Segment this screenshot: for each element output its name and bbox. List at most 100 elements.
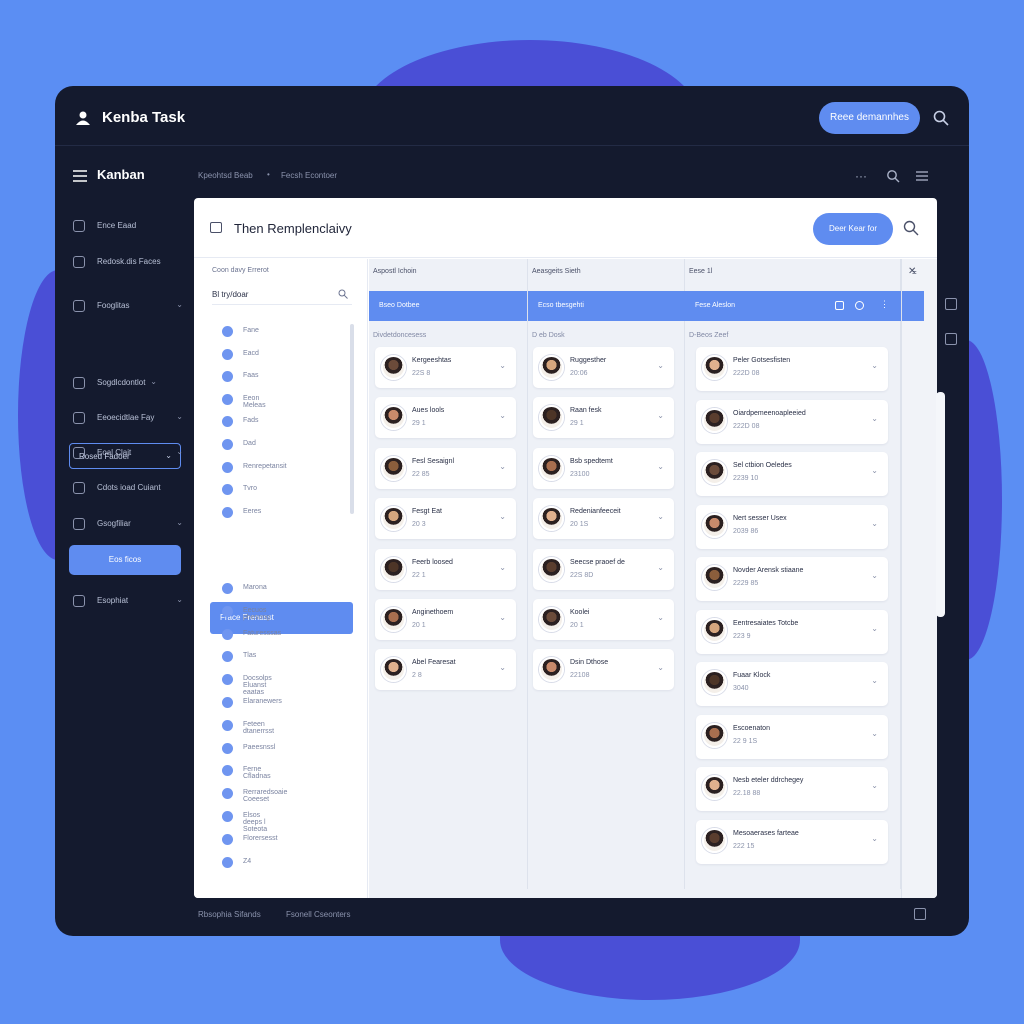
task-card[interactable]: Sel ctbion Oeledes 2239 10 ⌄ [696,452,888,496]
filter-search-input[interactable]: Bl try/doar [212,287,352,305]
search-icon[interactable] [903,220,919,236]
task-card[interactable]: Dsin Dthose 22108 ⌄ [533,649,674,691]
task-card[interactable]: Aues lools 29 1 ⌄ [375,397,516,439]
task-card[interactable]: Fuaar Klock 3040 ⌄ [696,662,888,706]
chevron-down-icon[interactable]: ⌄ [657,563,664,572]
task-card[interactable]: Oiardpemeenoapleeied 222D 08 ⌄ [696,399,888,444]
filter-dot-icon [222,719,233,731]
calendar2-icon [73,482,85,494]
column-bar[interactable]: Ecso tbesgehti [528,291,685,321]
chevron-down-icon: ⌄ [176,518,183,527]
more-icon[interactable]: ··· [855,169,869,183]
task-card[interactable]: Feerb loosed 22 1 ⌄ [375,548,516,590]
column-subtitle: D-Beos Zeef [689,332,729,339]
chevron-down-icon[interactable]: ⌄ [657,462,664,471]
chevron-down-icon[interactable]: ⌄ [871,361,878,370]
chevron-down-icon[interactable]: ⌄ [499,462,506,471]
task-card[interactable]: Koolei 20 1 ⌄ [533,599,674,640]
scrollbar[interactable] [936,392,945,617]
chevron-down-icon[interactable]: ⌄ [871,729,878,738]
chevron-down-icon[interactable]: ⌄ [871,571,878,580]
menu-icon[interactable] [915,169,929,183]
task-card[interactable]: Eentresaiates Totcbe 223 9 ⌄ [696,609,888,654]
task-card[interactable]: Anginethoem 20 1 ⌄ [375,599,516,640]
column-bar[interactable]: Fese Aleslon ⋮ [685,291,901,321]
search-icon[interactable] [933,110,949,126]
chevron-down-icon[interactable]: ⌄ [871,834,878,843]
search-icon [338,289,348,299]
avatar [381,405,406,431]
chevron-down-icon[interactable]: ⌄ [499,563,506,572]
chevron-down-icon[interactable]: ⌄ [499,361,506,370]
clock-icon[interactable] [855,301,864,310]
breadcrumb-item[interactable]: Fecsh Econtoer [281,171,337,180]
sidebar-action-button[interactable]: Eos ficos [69,545,181,575]
link-icon [73,412,85,424]
chevron-down-icon[interactable]: ⌄ [657,512,664,521]
chevron-down-icon[interactable]: ⌄ [871,781,878,790]
chevron-down-icon: ⌄ [176,595,183,604]
chevron-down-icon[interactable]: ⌄ [657,411,664,420]
panel-action-button[interactable]: Deer Kear for [813,213,893,245]
sidebar-item[interactable]: Eeoecidtlae Fay ⌄ [73,410,183,430]
sidebar-item[interactable]: Ence Eaad [73,218,183,238]
chevron-down-icon[interactable]: ⌄ [871,676,878,685]
scrollbar[interactable] [350,324,354,514]
task-card[interactable]: Nert sesser Usex 2039 86 ⌄ [696,504,888,549]
sidebar-item[interactable]: Gsogfiliar ⌄ [73,516,183,536]
avatar [702,460,727,485]
task-card[interactable]: Novder Arensk stiaane 2229 85 ⌄ [696,557,888,601]
search-icon[interactable] [886,169,900,183]
chevron-down-icon[interactable]: ⌄ [499,663,506,672]
task-card[interactable]: Abel Fearesat 2 8 ⌄ [375,649,516,691]
chevron-down-icon[interactable]: ⌄ [871,466,878,475]
chevron-down-icon: ⌄ [150,377,157,386]
task-card[interactable]: Redenianfeeceit 20 1S ⌄ [533,498,674,540]
lock-icon[interactable] [914,908,926,920]
rail-icon[interactable] [945,333,957,345]
sidebar-item[interactable]: Eoal Clait ⌄ [73,445,183,465]
column-header: Aspostl Ichoin [373,268,417,275]
footer-right-text: Fsonell Cseonters [286,910,351,919]
chevron-down-icon[interactable]: ⌄ [657,361,664,370]
chevron-down-icon[interactable]: ⌄ [499,613,506,622]
chevron-down-icon[interactable]: ⌄ [871,414,878,423]
chevron-down-icon[interactable]: ⌄ [499,512,506,521]
task-card[interactable]: Nesb eteler ddrchegey 22.18 88 ⌄ [696,767,888,811]
chevron-down-icon[interactable]: ⌄ [657,663,664,672]
chevron-down-icon[interactable]: ⌄ [871,519,878,528]
hamburger-icon[interactable] [73,170,87,182]
filter-dot-icon [222,765,233,777]
top-action-button[interactable]: Reee demannhes [819,102,920,134]
list-icon [73,447,85,459]
task-card[interactable]: Ruggesther 20:06 ⌄ [533,347,674,388]
close-icon[interactable]: ✕ [908,266,916,277]
task-card[interactable]: Raan fesk 29 1 ⌄ [533,397,674,439]
task-card[interactable]: Fesl Sesaignl 22 85 ⌄ [375,447,516,489]
sidebar-item[interactable]: Redosk.dis Faces [73,254,183,274]
task-card[interactable]: Bsb spedtemt 23100 ⌄ [533,447,674,489]
breadcrumb-item[interactable]: Kpeohtsd Beab [198,171,253,180]
sidebar: Ence Eaad Redosk.dis Faces Fooglitas ⌄ Ro… [55,198,193,898]
more-vertical-icon[interactable]: ⋮ [880,299,889,310]
task-card[interactable]: Escoenaton 22 9 1S ⌄ [696,714,888,759]
filter-dot-icon [222,393,233,405]
sidebar-item[interactable]: Sogdlcdontlot ⌄ [73,375,183,395]
rail-icon[interactable] [945,298,957,310]
sidebar-item[interactable]: Esophiat ⌄ [73,593,183,613]
sidebar-item[interactable]: Cdots ioad Cuiant [73,480,183,500]
sidebar-item[interactable]: Fooglitas ⌄ [73,298,183,318]
footer-left-text: Rbsophia Sifands [198,910,261,919]
column-bar[interactable]: Bseo Dotbee [369,291,527,321]
filter-dot-icon [222,651,233,663]
task-card[interactable]: Peler Gotsesfisten 222D 08 ⌄ [696,347,888,391]
task-card[interactable]: Seecse praoef de 22S 8D ⌄ [533,548,674,590]
filter-dot-icon [222,788,233,800]
lock-icon[interactable] [835,301,844,310]
task-card[interactable]: Fesgt Eat 20 3 ⌄ [375,498,516,540]
chevron-down-icon[interactable]: ⌄ [499,411,506,420]
chevron-down-icon[interactable]: ⌄ [871,624,878,633]
task-card[interactable]: Mesoaerases farteae 222 15 ⌄ [696,819,888,864]
chevron-down-icon[interactable]: ⌄ [657,613,664,622]
task-card[interactable]: Kergeeshtas 22S 8 ⌄ [375,347,516,388]
